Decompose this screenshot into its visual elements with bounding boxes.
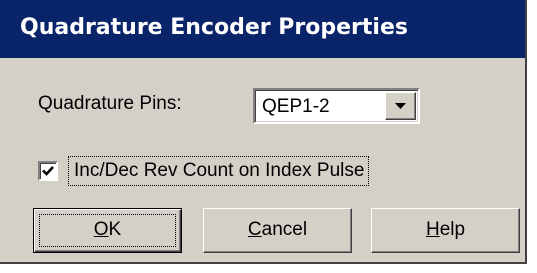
cancel-mnemonic: C bbox=[247, 219, 262, 240]
cancel-label-rest: ancel bbox=[261, 219, 308, 240]
quadrature-pins-label: Quadrature Pins: bbox=[38, 93, 182, 114]
quadrature-encoder-properties-dialog: Quadrature Encoder Properties Quadrature… bbox=[0, 0, 527, 264]
chevron-down-icon bbox=[395, 103, 406, 109]
window-title: Quadrature Encoder Properties bbox=[20, 15, 408, 40]
focus-rectangle bbox=[39, 214, 176, 247]
quadrature-pins-value: QEP1-2 bbox=[262, 96, 330, 117]
index-pulse-checkbox-label[interactable]: Inc/Dec Rev Count on Index Pulse bbox=[68, 156, 370, 186]
help-mnemonic: H bbox=[425, 219, 440, 240]
ok-button[interactable]: OK bbox=[33, 208, 182, 253]
dropdown-arrow-button[interactable] bbox=[385, 92, 416, 120]
cancel-button[interactable]: Cancel bbox=[203, 208, 352, 253]
quadrature-pins-select[interactable]: QEP1-2 bbox=[253, 88, 420, 124]
help-label-rest: elp bbox=[439, 219, 466, 240]
index-pulse-checkbox[interactable] bbox=[38, 161, 58, 181]
help-button[interactable]: Help bbox=[371, 208, 520, 253]
checkmark-icon bbox=[42, 166, 54, 176]
title-bar[interactable]: Quadrature Encoder Properties bbox=[0, 0, 525, 58]
